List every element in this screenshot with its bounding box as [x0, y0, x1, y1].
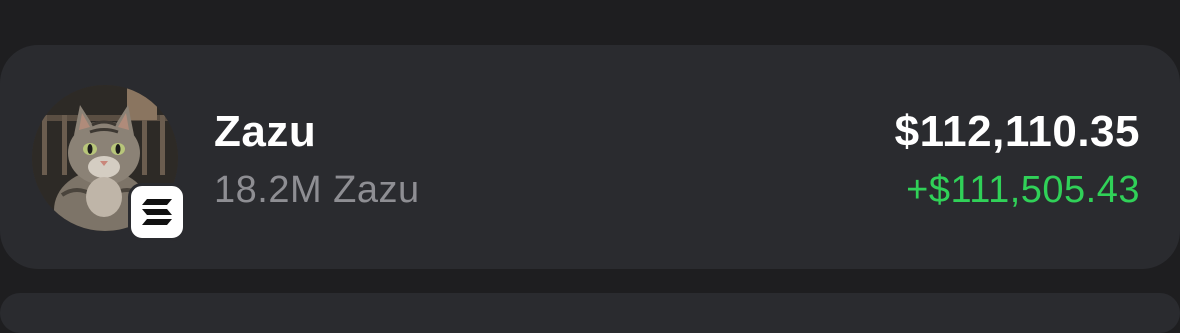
usd-change: +$111,505.43 — [906, 169, 1140, 211]
chain-badge — [128, 183, 186, 241]
usd-value: $112,110.35 — [894, 107, 1140, 156]
token-balance: 18.2M Zazu — [214, 169, 420, 211]
next-asset-row[interactable] — [0, 293, 1180, 333]
solana-icon — [142, 199, 172, 225]
asset-row[interactable]: Zazu 18.2M Zazu $112,110.35 +$111,505.43 — [0, 45, 1180, 269]
token-name: Zazu — [214, 107, 317, 156]
